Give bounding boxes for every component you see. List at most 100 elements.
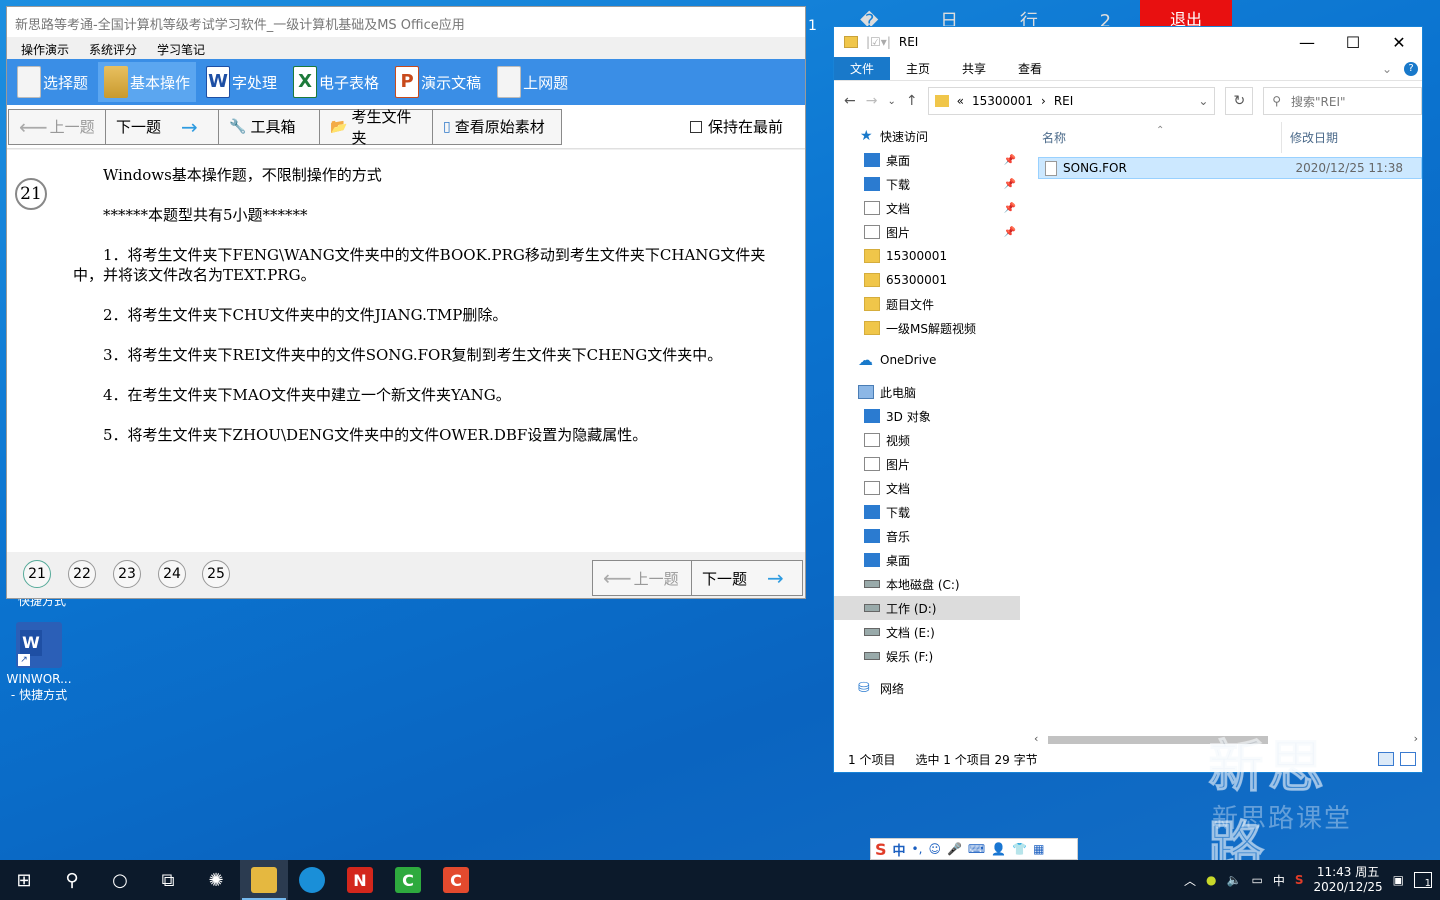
c-app-red-icon[interactable]: C — [432, 860, 480, 900]
sidebar-item[interactable]: 娱乐 (F:) — [834, 644, 1020, 668]
breadcrumb-15300001[interactable]: 15300001 — [972, 94, 1033, 108]
keyboard-icon[interactable]: ⌨ — [968, 842, 985, 856]
page-25[interactable]: 25 — [202, 560, 230, 588]
notification-icon[interactable]: 1 — [1414, 872, 1432, 889]
pin-icon[interactable]: 📌 — [1004, 155, 1016, 166]
tab-choice[interactable]: 选择题 — [11, 62, 94, 102]
sogou-tray-icon[interactable]: S — [1295, 873, 1304, 887]
maximize-icon[interactable]: ☐ — [1330, 33, 1376, 52]
sidebar-item[interactable]: 桌面 📌 — [834, 148, 1020, 172]
sidebar-item[interactable]: 15300001 — [834, 244, 1020, 268]
next-question-button[interactable]: 下一题 → — [105, 108, 219, 145]
file-row[interactable]: SONG.FOR 2020/12/25 11:38 — [1038, 157, 1422, 179]
ribbon-tab-share[interactable]: 共享 — [946, 57, 1002, 80]
page-21[interactable]: 21 — [23, 560, 51, 588]
help-icon[interactable]: ? — [1404, 61, 1418, 76]
sidebar-item[interactable]: 一级MS解题视频 — [834, 316, 1020, 340]
sidebar-item[interactable]: 下载 📌 — [834, 172, 1020, 196]
sidebar-item[interactable]: ⛁ 网络 — [834, 676, 1020, 700]
ime-toolbar[interactable]: S 中 •, ☺ 🎤 ⌨ 👤 👕 ▦ — [870, 838, 1078, 860]
sidebar-item[interactable]: 音乐 — [834, 524, 1020, 548]
user-icon[interactable]: 👤 — [991, 842, 1006, 856]
recent-dropdown-icon[interactable]: ⌄ — [887, 96, 895, 107]
page-22[interactable]: 22 — [68, 560, 96, 588]
network-tray-icon[interactable]: ▭ — [1251, 873, 1262, 887]
minimize-icon[interactable]: — — [1284, 33, 1330, 52]
page-24[interactable]: 24 — [158, 560, 186, 588]
pin-icon[interactable]: 📌 — [1004, 179, 1016, 190]
ribbon-tab-view[interactable]: 查看 — [1002, 57, 1058, 80]
ribbon-tab-home[interactable]: 主页 — [890, 57, 946, 80]
refresh-icon[interactable]: ↻ — [1225, 87, 1254, 115]
taskview-tray-icon[interactable]: ▣ — [1393, 873, 1404, 887]
sidebar-item[interactable]: 文档 📌 — [834, 196, 1020, 220]
prev-question-button[interactable]: ⟵ 上一题 — [8, 108, 106, 145]
ime-indicator[interactable]: 中 — [1273, 872, 1285, 889]
breadcrumb-rei[interactable]: REI — [1054, 94, 1073, 108]
start-windows-icon[interactable]: ⊞ — [0, 860, 48, 900]
sidebar-item[interactable]: 65300001 — [834, 268, 1020, 292]
menu-notes[interactable]: 学习笔记 — [157, 41, 205, 57]
microphone-icon[interactable]: 🎤 — [947, 842, 962, 856]
file-explorer-taskbar-icon[interactable] — [240, 860, 288, 900]
scroll-right-icon[interactable]: › — [1414, 732, 1418, 745]
search-input[interactable]: ⚲ 搜索"REI" — [1263, 87, 1423, 115]
view-material-button[interactable]: ▯ 查看原始素材 — [432, 108, 562, 145]
sidebar-item[interactable]: 题目文件 — [834, 292, 1020, 316]
clock[interactable]: 11:43 周五 2020/12/25 — [1313, 865, 1382, 895]
tab-word[interactable]: W 字处理 — [200, 62, 283, 102]
chevron-down-icon[interactable]: ⌄ — [1382, 62, 1392, 76]
pinwheel-app-icon[interactable]: ✺ — [192, 860, 240, 900]
sidebar-item[interactable]: 图片 📌 — [834, 220, 1020, 244]
column-name[interactable]: 名称 ⌃ — [1026, 125, 1281, 146]
back-icon[interactable]: ← — [844, 93, 856, 109]
ribbon-tab-file[interactable]: 文件 — [834, 57, 891, 80]
large-icons-view-icon[interactable] — [1400, 752, 1416, 766]
tab-excel[interactable]: X 电子表格 — [287, 62, 385, 102]
emoji-icon[interactable]: ☺ — [928, 842, 941, 856]
search-icon[interactable]: ⚲ — [48, 860, 96, 900]
sidebar-item[interactable]: 下载 — [834, 500, 1020, 524]
sidebar-item[interactable]: 视频 — [834, 428, 1020, 452]
pin-icon[interactable]: 📌 — [1004, 227, 1016, 238]
volume-icon[interactable]: 🔈 — [1227, 873, 1242, 887]
chevron-down-icon[interactable]: ⌄ — [1198, 94, 1208, 108]
tab-internet[interactable]: 上网题 — [491, 62, 574, 102]
close-icon[interactable]: ✕ — [1376, 33, 1422, 52]
menu-demo[interactable]: 操作演示 — [21, 41, 69, 57]
tab-ppt[interactable]: P 演示文稿 — [389, 62, 487, 102]
task-view-icon[interactable]: ⧉ — [144, 860, 192, 900]
punctuation-icon[interactable]: •, — [912, 842, 923, 856]
sidebar-item[interactable]: 工作 (D:) — [834, 596, 1020, 620]
n-app-icon[interactable]: N — [336, 860, 384, 900]
sidebar-item[interactable]: 文档 (E:) — [834, 620, 1020, 644]
chevron-up-icon[interactable]: ︿ — [1184, 872, 1196, 889]
toolbox-button[interactable]: 🔧 工具箱 — [218, 108, 320, 145]
footer-next-button[interactable]: 下一题 → — [691, 560, 803, 596]
ime-mode[interactable]: 中 — [893, 840, 906, 859]
scroll-left-icon[interactable]: ‹ — [1034, 732, 1038, 745]
sidebar-item[interactable]: 图片 — [834, 452, 1020, 476]
footer-prev-button[interactable]: ⟵ 上一题 — [592, 560, 692, 596]
quick-access-toolbar[interactable]: |☑▾| — [866, 35, 891, 49]
toolbox-grid-icon[interactable]: ▦ — [1033, 842, 1044, 856]
forward-icon[interactable]: → — [866, 93, 878, 109]
cortana-icon[interactable]: ○ — [96, 860, 144, 900]
sidebar-item[interactable]: 文档 — [834, 476, 1020, 500]
word-desktop-shortcut[interactable]: W ↗ WINWOR... - 快捷方式 — [4, 622, 74, 703]
address-bar[interactable]: « 15300001 › REI ⌄ — [927, 87, 1216, 115]
keep-front-checkbox[interactable]: 保持在最前 — [689, 116, 783, 137]
sidebar-item[interactable]: 本地磁盘 (C:) — [834, 572, 1020, 596]
details-view-icon[interactable] — [1378, 752, 1394, 766]
menu-scoring[interactable]: 系统评分 — [89, 41, 137, 57]
edge-icon[interactable] — [288, 860, 336, 900]
pin-icon[interactable]: 📌 — [1004, 203, 1016, 214]
column-date[interactable]: 修改日期 — [1281, 122, 1338, 153]
student-folder-button[interactable]: 📂 考生文件夹 — [319, 108, 433, 147]
sidebar-item[interactable]: 桌面 — [834, 548, 1020, 572]
sidebar-item[interactable]: 3D 对象 — [834, 404, 1020, 428]
tray-app-icon[interactable]: ● — [1206, 873, 1216, 887]
page-23[interactable]: 23 — [113, 560, 141, 588]
c-app-green-icon[interactable]: C — [384, 860, 432, 900]
tab-basic-ops[interactable]: 基本操作 — [98, 62, 197, 102]
